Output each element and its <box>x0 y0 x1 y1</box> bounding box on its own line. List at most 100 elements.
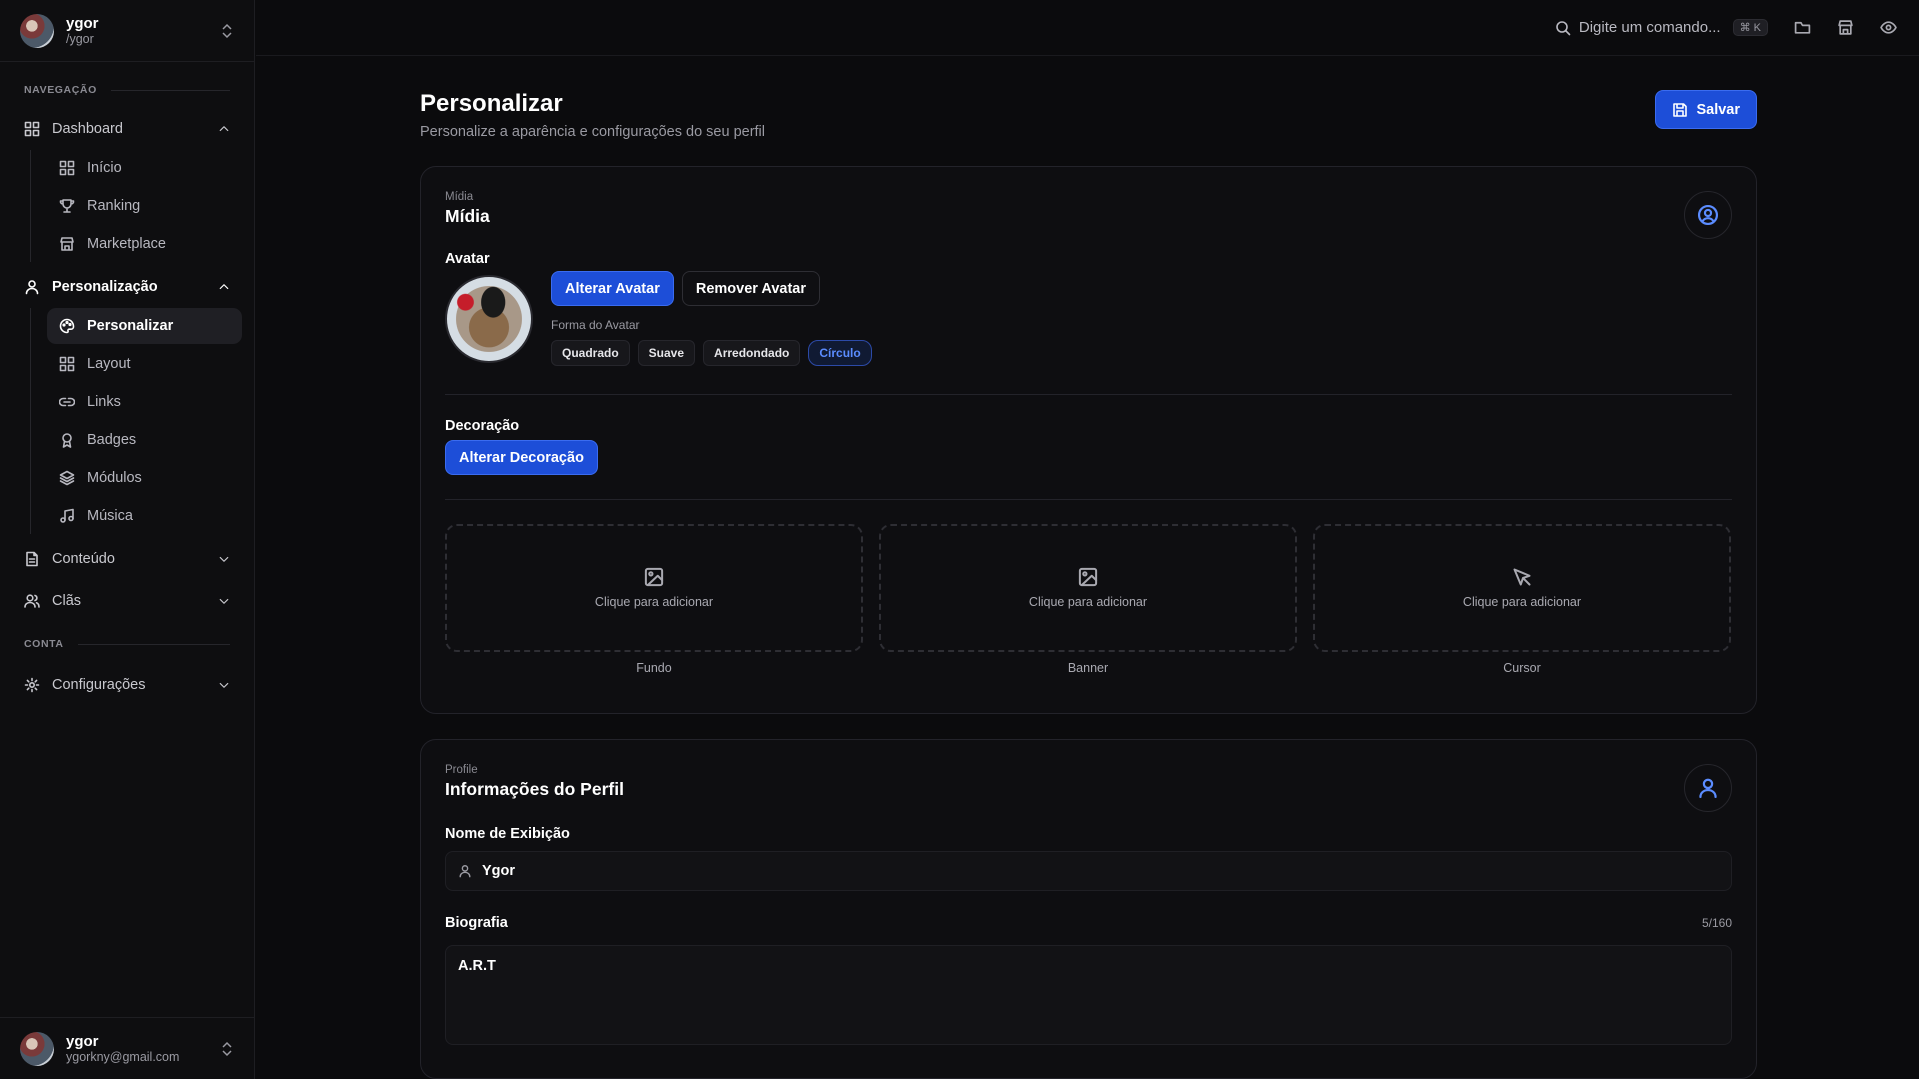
nav-group-label: Conteúdo <box>52 551 115 567</box>
sidebar-item-label: Ranking <box>87 198 141 214</box>
gear-icon <box>24 677 40 693</box>
user-circle-icon <box>1684 191 1732 239</box>
avatar <box>20 13 54 48</box>
chevron-up-down-icon <box>222 23 232 38</box>
divider <box>445 394 1732 395</box>
command-search[interactable]: Digite um comando... ⌘ K <box>1555 19 1768 36</box>
upload-caption: Banner <box>1067 661 1109 675</box>
folder-icon[interactable] <box>1794 19 1811 36</box>
section-navigation: NAVEGAÇÃO <box>0 80 254 100</box>
upload-hint: Clique para adicionar <box>1462 595 1582 609</box>
profile-card: Profile Informações do Perfil Nome de Ex… <box>420 739 1757 1079</box>
shape-option-circulo[interactable]: Círculo <box>808 340 872 366</box>
nav-group-label: Clãs <box>52 593 82 609</box>
cursor-icon <box>1513 568 1531 586</box>
page-title: Personalizar <box>420 90 563 117</box>
chevron-up-icon <box>219 126 229 132</box>
nav-group-configuracoes[interactable]: Configurações <box>0 666 254 704</box>
eye-icon[interactable] <box>1880 19 1897 36</box>
section-account: CONTA <box>0 634 254 654</box>
remove-avatar-button[interactable]: Remover Avatar <box>681 271 820 306</box>
nav-group-personalizacao[interactable]: Personalização <box>0 268 254 306</box>
page-subtitle: Personalize a aparência e configurações … <box>420 124 765 140</box>
shortcut-badge: ⌘ K <box>1732 19 1768 36</box>
chevron-down-icon <box>219 556 229 562</box>
user-handle: /ygor <box>66 31 94 46</box>
sidebar: ygor /ygor NAVEGAÇÃO Dashboard Início Ra… <box>0 0 255 1079</box>
chevron-down-icon <box>219 682 229 688</box>
sidebar-item-personalizar[interactable]: Personalizar <box>47 308 242 344</box>
display-name-input[interactable]: Ygor <box>445 851 1732 891</box>
save-icon <box>1673 102 1688 117</box>
user-icon <box>25 280 39 295</box>
card-title: Mídia <box>445 206 490 226</box>
sidebar-item-layout[interactable]: Layout <box>47 346 242 382</box>
sidebar-item-badges[interactable]: Badges <box>47 422 242 458</box>
sidebar-item-links[interactable]: Links <box>47 384 242 420</box>
search-icon <box>1556 20 1571 35</box>
sidebar-item-label: Personalizar <box>87 318 174 334</box>
chevron-down-icon <box>219 598 229 604</box>
file-icon <box>26 551 38 567</box>
music-icon <box>60 508 74 523</box>
layers-icon <box>59 470 75 486</box>
card-eyebrow: Mídia <box>445 191 474 203</box>
shape-option-arredondado[interactable]: Arredondado <box>703 340 801 366</box>
banner-upload[interactable]: Clique para adicionar <box>879 524 1297 652</box>
upload-caption: Fundo <box>636 661 672 675</box>
shape-option-quadrado[interactable]: Quadrado <box>551 340 630 366</box>
award-icon <box>62 433 72 448</box>
link-icon <box>59 397 75 407</box>
user-icon-svg <box>1699 778 1717 799</box>
grid-icon <box>24 121 40 137</box>
card-title: Informações do Perfil <box>445 779 624 799</box>
divider <box>445 499 1732 500</box>
sidebar-item-inicio[interactable]: Início <box>47 150 242 186</box>
avatar <box>20 1031 54 1066</box>
avatar-label: Avatar <box>445 251 490 267</box>
sidebar-item-musica[interactable]: Música <box>47 498 242 534</box>
user-name: ygor <box>66 14 99 32</box>
upload-hint: Clique para adicionar <box>594 595 714 609</box>
palette-icon <box>59 318 75 334</box>
command-placeholder: Digite um comando... <box>1578 19 1721 36</box>
sidebar-item-label: Badges <box>87 432 137 448</box>
sidebar-item-label: Marketplace <box>87 236 166 252</box>
bio-textarea[interactable]: A.R.T <box>445 945 1732 1045</box>
save-button-label: Salvar <box>1696 101 1740 118</box>
nav-group-dashboard[interactable]: Dashboard <box>0 110 254 148</box>
background-upload[interactable]: Clique para adicionar <box>445 524 863 652</box>
sidebar-item-label: Links <box>87 394 121 410</box>
main-content: Personalizar Personalize a aparência e c… <box>420 56 1757 1079</box>
cursor-upload[interactable]: Clique para adicionar <box>1313 524 1731 652</box>
user-circle-icon-svg <box>1697 204 1719 226</box>
workspace-switcher[interactable]: ygor /ygor <box>0 0 254 62</box>
card-eyebrow: Profile <box>445 764 478 776</box>
store-icon[interactable] <box>1837 19 1854 36</box>
bio-char-count: 5/160 <box>1701 916 1732 930</box>
user-icon <box>459 865 471 878</box>
nav-group-conteudo[interactable]: Conteúdo <box>0 540 254 578</box>
sidebar-item-ranking[interactable]: Ranking <box>47 188 242 224</box>
sidebar-item-marketplace[interactable]: Marketplace <box>47 226 242 262</box>
shape-option-suave[interactable]: Suave <box>637 340 696 366</box>
avatar-preview <box>445 275 533 363</box>
layout-icon <box>59 356 75 372</box>
footer-user-email: ygorkny@gmail.com <box>66 1049 180 1064</box>
account-menu[interactable]: ygor ygorkny@gmail.com <box>0 1017 254 1079</box>
nav-group-label: Dashboard <box>52 121 123 137</box>
user-icon <box>1684 764 1732 812</box>
change-avatar-button[interactable]: Alterar Avatar <box>551 271 674 306</box>
bio-label: Biografia <box>445 915 508 931</box>
change-decoration-button[interactable]: Alterar Decoração <box>445 440 598 475</box>
media-card: Mídia Mídia Avatar Alterar Avatar Remove… <box>420 166 1757 714</box>
sidebar-item-label: Layout <box>87 356 131 372</box>
display-name-label: Nome de Exibição <box>445 826 570 842</box>
sidebar-item-label: Início <box>87 160 122 176</box>
avatar-shape-label: Forma do Avatar <box>551 318 640 332</box>
nav-group-clas[interactable]: Clãs <box>0 582 254 620</box>
save-button[interactable]: Salvar <box>1655 90 1757 129</box>
sidebar-item-modulos[interactable]: Módulos <box>47 460 242 496</box>
upload-hint: Clique para adicionar <box>1028 595 1148 609</box>
nav-group-label: Personalização <box>52 279 158 295</box>
